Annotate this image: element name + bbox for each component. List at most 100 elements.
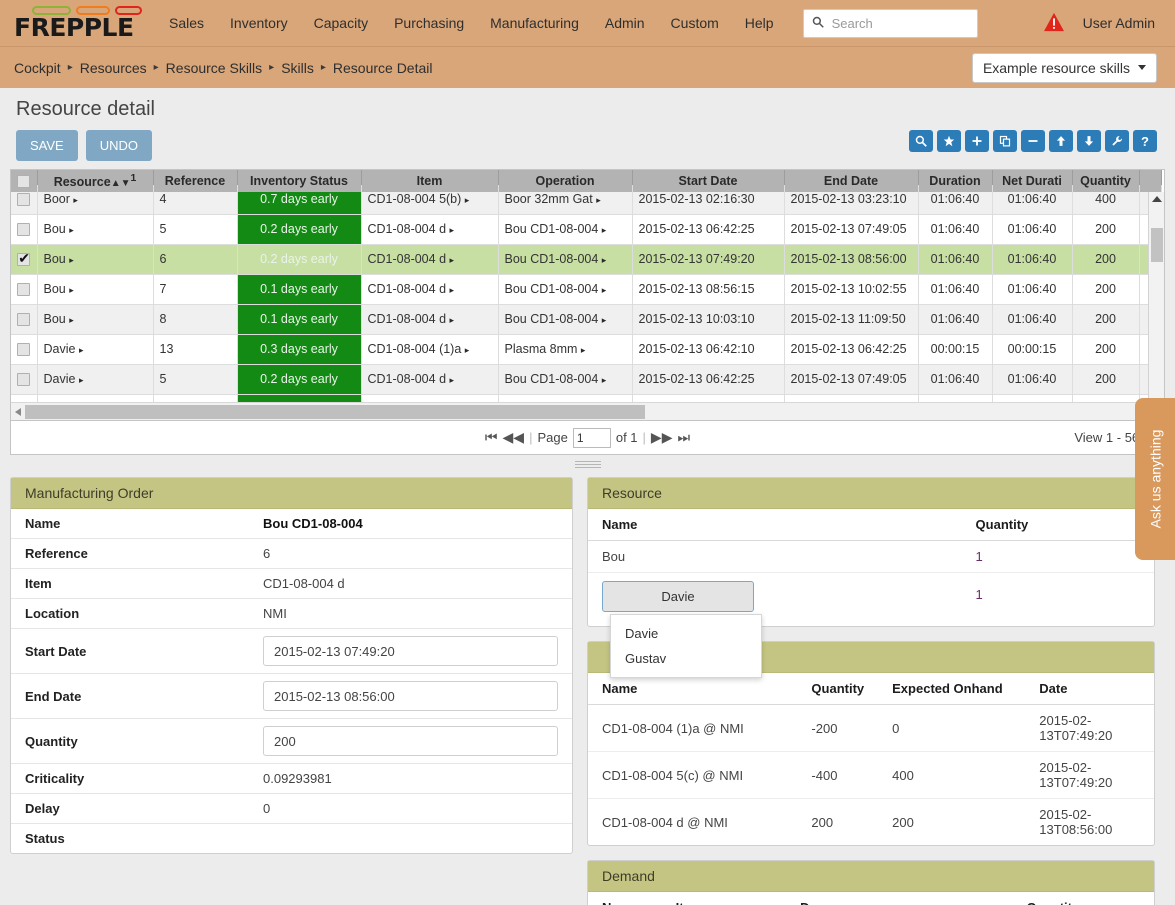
nav-item-admin[interactable]: Admin <box>592 9 658 37</box>
column-header-item[interactable]: Item <box>361 170 498 192</box>
row-checkbox[interactable] <box>17 193 30 206</box>
last-page-icon[interactable]: ⏭ <box>677 429 690 446</box>
table-row[interactable]: Bou ▸50.2 days earlyCD1-08-004 d ▸Bou CD… <box>11 214 1161 244</box>
cell-resource[interactable]: Bou ▸ <box>37 244 153 274</box>
row-checkbox-cell[interactable] <box>11 244 37 274</box>
table-row[interactable]: Bou ▸80.1 days earlyCD1-08-004 d ▸Bou CD… <box>11 304 1161 334</box>
cell-operation[interactable]: Bou CD1-08-004 ▸ <box>498 364 632 394</box>
nav-item-inventory[interactable]: Inventory <box>217 9 301 37</box>
select-option-davie[interactable]: Davie <box>611 621 761 646</box>
cell-item[interactable]: CD1-08-004 d ▸ <box>361 244 498 274</box>
first-page-icon[interactable]: ⏮ <box>485 429 498 446</box>
cell-end-date[interactable]: 2015-02-13 06:42:25 <box>784 334 918 364</box>
expand-arrow-icon[interactable]: ▸ <box>602 285 607 295</box>
scroll-up-icon[interactable] <box>1152 196 1162 202</box>
row-checkbox-cell[interactable] <box>11 214 37 244</box>
cell-operation[interactable]: Bou CD1-08-004 ▸ <box>498 304 632 334</box>
expand-arrow-icon[interactable]: ▸ <box>73 195 78 205</box>
move-up-icon[interactable] <box>1049 130 1073 152</box>
cell-resource[interactable]: Davie ▸ <box>37 334 153 364</box>
ask-us-anything-tab[interactable]: Ask us anything <box>1135 398 1175 560</box>
column-header-net-duration[interactable]: Net Durati <box>992 170 1072 192</box>
cell-duration[interactable]: 01:06:40 <box>918 214 992 244</box>
cell-reference[interactable]: 8 <box>153 304 237 334</box>
cell-resource[interactable]: Davie ▸ <box>37 364 153 394</box>
cell-item[interactable]: CD1-08-004 d ▸ <box>361 274 498 304</box>
cell-start-date[interactable]: 2015-02-13 08:56:15 <box>632 274 784 304</box>
column-header-operation[interactable]: Operation <box>498 170 632 192</box>
scenario-selector[interactable]: Example resource skills <box>972 53 1157 83</box>
expand-arrow-icon[interactable]: ▸ <box>602 315 607 325</box>
cell-end-date[interactable]: 2015-02-13 11:09:50 <box>784 304 918 334</box>
column-header-reference[interactable]: Reference <box>153 170 237 192</box>
warning-triangle-icon[interactable] <box>1043 12 1065 35</box>
cell-reference[interactable]: 13 <box>153 334 237 364</box>
cell-duration[interactable]: 01:06:40 <box>918 274 992 304</box>
cell-resource[interactable]: Bou ▸ <box>37 304 153 334</box>
resource-select-options[interactable]: Davie Gustav <box>610 614 762 678</box>
next-page-icon[interactable]: ▶▶ <box>651 429 673 446</box>
nav-item-help[interactable]: Help <box>732 9 787 37</box>
cell-duration[interactable]: 01:06:40 <box>918 364 992 394</box>
row-checkbox[interactable] <box>17 283 30 296</box>
row-checkbox-cell[interactable] <box>11 274 37 304</box>
cell-start-date[interactable]: 2015-02-13 07:49:20 <box>632 244 784 274</box>
cell-start-date[interactable]: 2015-02-13 06:42:25 <box>632 214 784 244</box>
table-row[interactable]: Bou ▸60.2 days earlyCD1-08-004 d ▸Bou CD… <box>11 244 1161 274</box>
column-header-start-date[interactable]: Start Date <box>632 170 784 192</box>
column-header-resource[interactable]: Resource▲▼1 <box>37 170 153 192</box>
cell-reference[interactable]: 7 <box>153 274 237 304</box>
column-header-inventory-status[interactable]: Inventory Status <box>237 170 361 192</box>
cell-item[interactable]: CD1-08-004 d ▸ <box>361 364 498 394</box>
expand-arrow-icon[interactable]: ▸ <box>465 195 470 205</box>
row-checkbox[interactable] <box>17 313 30 326</box>
expand-arrow-icon[interactable]: ▸ <box>581 345 586 355</box>
search-input[interactable] <box>830 15 969 32</box>
cell-reference[interactable]: 5 <box>153 364 237 394</box>
row-checkbox-cell[interactable] <box>11 304 37 334</box>
cell-operation[interactable]: Bou CD1-08-004 ▸ <box>498 244 632 274</box>
nav-item-purchasing[interactable]: Purchasing <box>381 9 477 37</box>
help-icon[interactable]: ? <box>1133 130 1157 152</box>
expand-arrow-icon[interactable]: ▸ <box>602 225 607 235</box>
cell-duration[interactable]: 00:00:15 <box>918 334 992 364</box>
nav-item-sales[interactable]: Sales <box>156 9 217 37</box>
add-icon[interactable] <box>965 130 989 152</box>
nav-item-manufacturing[interactable]: Manufacturing <box>477 9 592 37</box>
row-checkbox[interactable] <box>17 373 30 386</box>
cell-duration[interactable]: 01:06:40 <box>918 244 992 274</box>
cell-start-date[interactable]: 2015-02-13 06:42:10 <box>632 334 784 364</box>
table-row[interactable]: Bou ▸70.1 days earlyCD1-08-004 d ▸Bou CD… <box>11 274 1161 304</box>
vertical-scroll-thumb[interactable] <box>1151 228 1163 262</box>
grid-scroll-area[interactable]: Resource▲▼1 Reference Inventory Status I… <box>11 170 1164 420</box>
cell-end-date[interactable]: 2015-02-13 07:49:05 <box>784 214 918 244</box>
breadcrumb-item-skills[interactable]: Skills <box>281 60 314 76</box>
expand-arrow-icon[interactable]: ▸ <box>450 375 455 385</box>
undo-button[interactable]: UNDO <box>86 130 152 161</box>
save-button[interactable]: SAVE <box>16 130 78 161</box>
cell-net-duration[interactable]: 01:06:40 <box>992 364 1072 394</box>
cell-resource[interactable]: Bou ▸ <box>37 214 153 244</box>
expand-arrow-icon[interactable]: ▸ <box>79 345 84 355</box>
cell-reference[interactable]: 6 <box>153 244 237 274</box>
scroll-left-icon[interactable] <box>15 408 21 416</box>
page-number-input[interactable] <box>573 428 611 448</box>
cell-start-date[interactable]: 2015-02-13 10:03:10 <box>632 304 784 334</box>
table-row[interactable]: Davie ▸130.3 days earlyCD1-08-004 (1)a ▸… <box>11 334 1161 364</box>
cell-resource[interactable]: Bou ▸ <box>37 274 153 304</box>
grid-horizontal-scrollbar[interactable] <box>11 402 1148 420</box>
expand-arrow-icon[interactable]: ▸ <box>69 315 74 325</box>
cell-quantity[interactable]: 200 <box>1072 364 1139 394</box>
expand-arrow-icon[interactable]: ▸ <box>69 285 74 295</box>
grid-vertical-scrollbar[interactable] <box>1148 192 1164 420</box>
wrench-icon[interactable] <box>1105 130 1129 152</box>
breadcrumb-item-cockpit[interactable]: Cockpit <box>14 60 61 76</box>
select-option-gustav[interactable]: Gustav <box>611 646 761 671</box>
move-down-icon[interactable] <box>1077 130 1101 152</box>
cell-net-duration[interactable]: 01:06:40 <box>992 244 1072 274</box>
nav-item-custom[interactable]: Custom <box>658 9 732 37</box>
cell-quantity[interactable]: 200 <box>1072 274 1139 304</box>
row-checkbox[interactable] <box>17 253 30 266</box>
remove-icon[interactable] <box>1021 130 1045 152</box>
row-checkbox-cell[interactable] <box>11 334 37 364</box>
